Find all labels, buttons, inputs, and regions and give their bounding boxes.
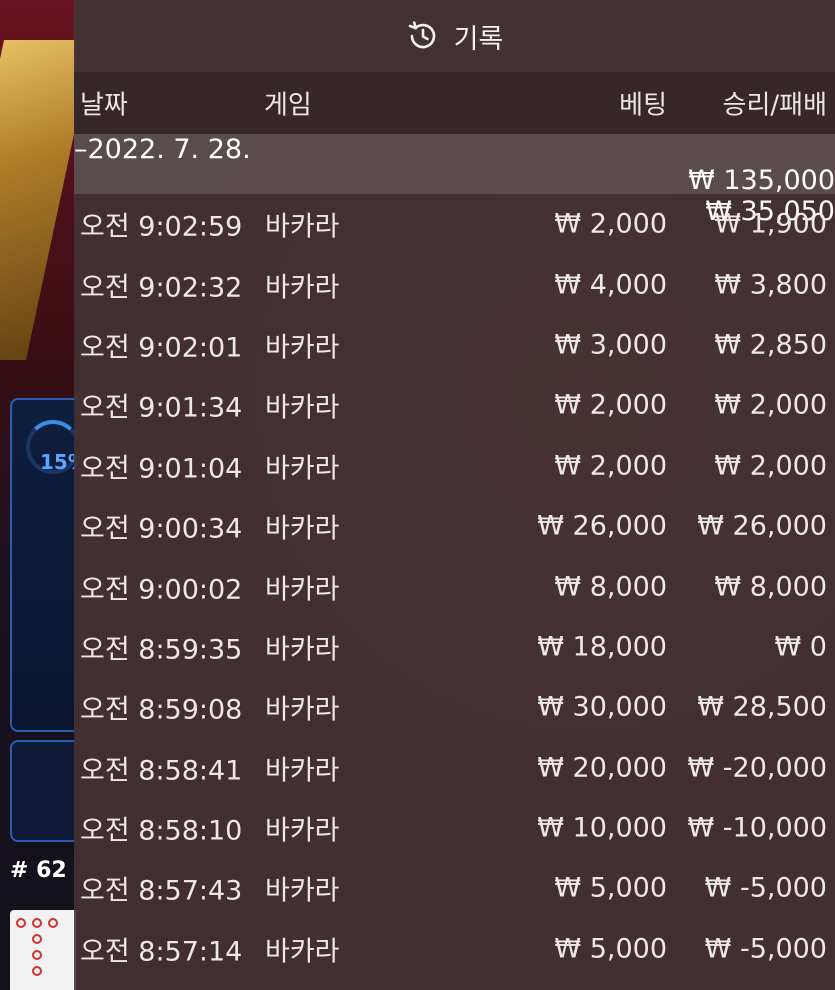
history-row[interactable]: 오전 8:57:43 바카라 ₩ 5,000 ₩ -5,000 bbox=[74, 858, 835, 918]
row-game: 바카라 bbox=[265, 332, 340, 364]
gold-decoration bbox=[0, 40, 76, 360]
row-time: 오전 8:59:35 bbox=[80, 634, 243, 666]
history-row[interactable]: 오전 8:57:14 바카라 ₩ 5,000 ₩ -5,000 bbox=[74, 919, 835, 979]
round-number: # 62 bbox=[10, 858, 67, 883]
history-row[interactable]: 오전 9:01:04 바카라 ₩ 2,000 ₩ 2,000 bbox=[74, 436, 835, 496]
row-time: 오전 9:01:34 bbox=[80, 392, 243, 424]
row-win-loss: ₩ 0 bbox=[774, 631, 827, 663]
row-bet: ₩ 2,000 bbox=[554, 450, 667, 482]
history-row[interactable]: 오전 9:01:34 바카라 ₩ 2,000 ₩ 2,000 bbox=[74, 375, 835, 435]
column-game: 게임 bbox=[264, 90, 312, 121]
row-win-loss: ₩ 2,000 bbox=[714, 450, 827, 482]
history-row[interactable]: 오전 8:59:08 바카라 ₩ 30,000 ₩ 28,500 bbox=[74, 677, 835, 737]
row-bet: ₩ 2,000 bbox=[554, 389, 667, 421]
row-win-loss: ₩ 8,000 bbox=[714, 571, 827, 603]
row-time: 오전 9:00:02 bbox=[80, 574, 243, 606]
history-row[interactable]: 오전 8:59:35 바카라 ₩ 18,000 ₩ 0 bbox=[74, 617, 835, 677]
row-win-loss: ₩ 1,900 bbox=[714, 208, 827, 240]
row-time: 오전 9:02:32 bbox=[80, 272, 243, 304]
row-win-loss: ₩ -10,000 bbox=[687, 812, 828, 844]
row-win-loss: ₩ -5,000 bbox=[704, 933, 827, 965]
history-list: 오전 9:02:59 바카라 ₩ 2,000 ₩ 1,900 오전 9:02:32 바카라… bbox=[74, 194, 835, 979]
row-game: 바카라 bbox=[265, 211, 340, 243]
row-game: 바카라 bbox=[265, 755, 340, 787]
row-bet: ₩ 30,000 bbox=[537, 691, 667, 723]
history-icon bbox=[408, 21, 435, 49]
row-win-loss: ₩ 2,000 bbox=[714, 389, 827, 421]
row-game: 바카라 bbox=[265, 875, 340, 907]
date-group-row[interactable]: –2022. 7. 28. ₩ 135,000 ₩ 35,050 bbox=[74, 134, 835, 227]
row-time: 오전 8:57:43 bbox=[80, 875, 243, 907]
column-headers: 날짜 게임 베팅 승리/패배 bbox=[74, 72, 835, 134]
row-win-loss: ₩ -5,000 bbox=[704, 872, 827, 904]
row-win-loss: ₩ 28,500 bbox=[697, 691, 827, 723]
bet-timer-card[interactable]: 15% bbox=[10, 398, 76, 732]
column-date: 날짜 bbox=[80, 90, 128, 121]
history-row[interactable]: 오전 9:02:32 바카라 ₩ 4,000 ₩ 3,800 bbox=[74, 254, 835, 314]
row-time: 오전 9:01:04 bbox=[80, 453, 243, 485]
row-bet: ₩ 5,000 bbox=[554, 872, 667, 904]
row-bet: ₩ 2,000 bbox=[554, 208, 667, 240]
row-game: 바카라 bbox=[265, 694, 340, 726]
side-button[interactable] bbox=[10, 740, 76, 842]
row-bet: ₩ 8,000 bbox=[554, 571, 667, 603]
date-group-bet-total: ₩ 135,000 bbox=[688, 165, 835, 196]
row-time: 오전 8:57:14 bbox=[80, 936, 243, 968]
history-header: 기록 bbox=[74, 0, 835, 72]
history-row[interactable]: 오전 8:58:10 바카라 ₩ 10,000 ₩ -10,000 bbox=[74, 798, 835, 858]
history-row[interactable]: 오전 9:02:01 바카라 ₩ 3,000 ₩ 2,850 bbox=[74, 315, 835, 375]
column-win-loss: 승리/패배 bbox=[722, 90, 827, 121]
row-time: 오전 9:00:34 bbox=[80, 513, 243, 545]
row-game: 바카라 bbox=[265, 634, 340, 666]
history-row[interactable]: 오전 9:00:02 바카라 ₩ 8,000 ₩ 8,000 bbox=[74, 556, 835, 616]
row-game: 바카라 bbox=[265, 936, 340, 968]
history-panel: 기록 날짜 게임 베팅 승리/패배 –2022. 7. 28. ₩ 135,00… bbox=[74, 0, 835, 990]
row-bet: ₩ 5,000 bbox=[554, 933, 667, 965]
row-win-loss: ₩ 3,800 bbox=[714, 269, 827, 301]
row-game: 바카라 bbox=[265, 513, 340, 545]
row-win-loss: ₩ 2,850 bbox=[714, 329, 827, 361]
date-group-label: –2022. 7. 28. bbox=[74, 134, 251, 165]
history-row[interactable]: 오전 8:58:41 바카라 ₩ 20,000 ₩ -20,000 bbox=[74, 738, 835, 798]
row-bet: ₩ 18,000 bbox=[537, 631, 667, 663]
row-win-loss: ₩ 26,000 bbox=[697, 510, 827, 542]
row-time: 오전 8:59:08 bbox=[80, 694, 243, 726]
row-time: 오전 9:02:59 bbox=[80, 211, 243, 243]
game-side-strip: 15% # 62 bbox=[0, 0, 76, 990]
row-bet: ₩ 20,000 bbox=[537, 752, 667, 784]
history-row[interactable]: 오전 9:02:59 바카라 ₩ 2,000 ₩ 1,900 bbox=[74, 194, 835, 254]
row-game: 바카라 bbox=[265, 574, 340, 606]
row-bet: ₩ 4,000 bbox=[554, 269, 667, 301]
history-row[interactable]: 오전 9:00:34 바카라 ₩ 26,000 ₩ 26,000 bbox=[74, 496, 835, 556]
column-bet: 베팅 bbox=[619, 90, 667, 121]
history-title: 기록 bbox=[453, 23, 504, 55]
row-time: 오전 8:58:10 bbox=[80, 815, 243, 847]
row-game: 바카라 bbox=[265, 392, 340, 424]
timer-percent: 15% bbox=[40, 450, 76, 474]
row-game: 바카라 bbox=[265, 272, 340, 304]
row-bet: ₩ 26,000 bbox=[537, 510, 667, 542]
row-game: 바카라 bbox=[265, 815, 340, 847]
row-time: 오전 8:58:41 bbox=[80, 755, 243, 787]
row-bet: ₩ 3,000 bbox=[554, 329, 667, 361]
row-bet: ₩ 10,000 bbox=[537, 812, 667, 844]
row-game: 바카라 bbox=[265, 453, 340, 485]
row-time: 오전 9:02:01 bbox=[80, 332, 243, 364]
row-win-loss: ₩ -20,000 bbox=[687, 752, 828, 784]
roadmap bbox=[10, 910, 76, 990]
